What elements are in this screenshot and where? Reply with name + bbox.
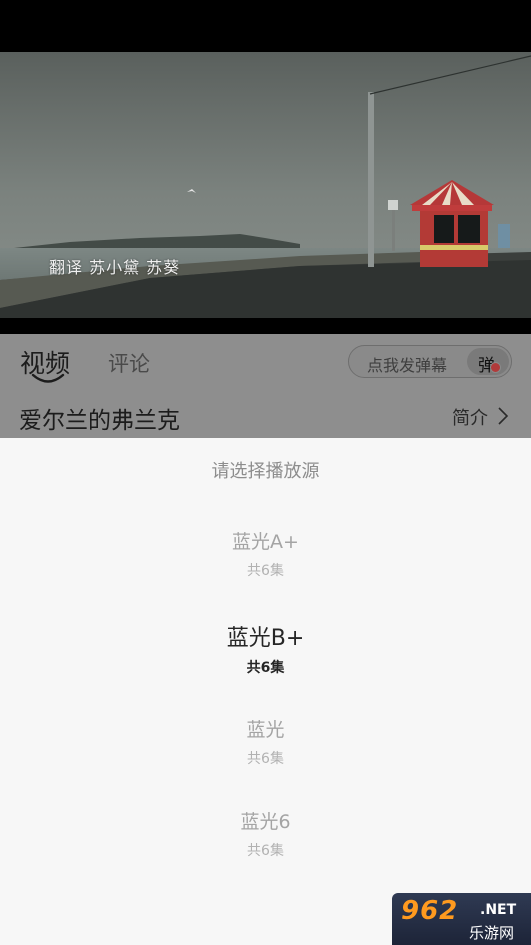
danmaku-status-icon <box>490 362 501 373</box>
source-option-episode-count: 共6集 <box>247 843 284 859</box>
watermark-site-name: 乐游网 <box>469 924 515 942</box>
danmaku-input[interactable]: 点我发弹幕 弹 <box>348 345 512 378</box>
source-option-episode-count: 共6集 <box>246 660 285 676</box>
source-option[interactable]: 蓝光A+ 共6集 <box>0 527 531 580</box>
show-title: 爱尔兰的弗兰克 <box>19 408 180 434</box>
chevron-right-icon[interactable] <box>497 406 509 426</box>
video-bottom-bar <box>0 318 531 334</box>
source-option-name: 蓝光B+ <box>226 626 305 651</box>
tab-comments[interactable]: 评论 <box>108 348 150 378</box>
watermark-logo: 962 <box>401 896 459 926</box>
tab-active-indicator-icon <box>31 373 65 383</box>
watermark-net: .NET <box>480 902 517 918</box>
source-picker-title: 请选择播放源 <box>211 461 320 482</box>
source-option-name: 蓝光 <box>246 719 285 741</box>
source-option-name: 蓝光A+ <box>232 531 299 553</box>
danmaku-placeholder: 点我发弹幕 <box>367 356 448 375</box>
source-option-selected[interactable]: 蓝光B+ 共6集 <box>0 620 531 677</box>
source-option-episode-count: 共6集 <box>247 751 284 767</box>
source-option[interactable]: 蓝光 共6集 <box>0 715 531 768</box>
video-frame-image <box>0 52 531 334</box>
video-subtitle: 翻译 苏小黛 苏葵 <box>49 258 181 277</box>
video-player[interactable]: 翻译 苏小黛 苏葵 <box>0 52 531 334</box>
intro-link[interactable]: 简介 <box>452 404 488 430</box>
source-option-episode-count: 共6集 <box>247 563 284 579</box>
source-option-name: 蓝光6 <box>240 811 291 833</box>
status-bar <box>0 0 531 52</box>
source-picker-sheet <box>0 438 531 945</box>
source-option[interactable]: 蓝光6 共6集 <box>0 807 531 860</box>
danmaku-toggle-button[interactable]: 弹 <box>467 348 509 376</box>
site-watermark: 962 .NET 乐游网 <box>392 893 531 945</box>
